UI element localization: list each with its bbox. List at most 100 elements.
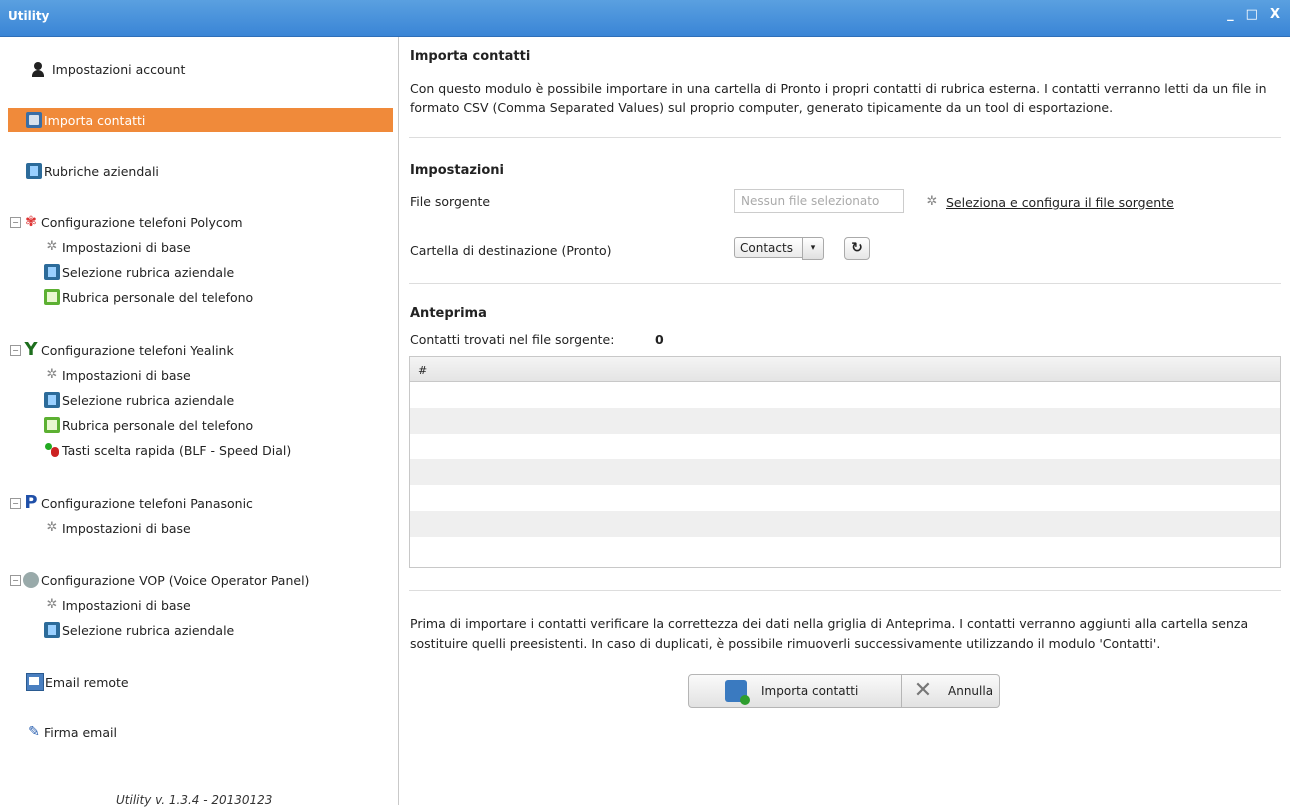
- phonebook-icon: [44, 289, 60, 305]
- sidebar-item-label: Tasti scelta rapida (BLF - Speed Dial): [62, 442, 292, 458]
- polycom-icon: ✾: [25, 214, 37, 230]
- cancel-button-label: Annulla: [948, 684, 994, 698]
- sidebar-item-label: Configurazione VOP (Voice Operator Panel…: [41, 572, 310, 588]
- cancel-button[interactable]: ✕ Annulla: [902, 674, 1000, 708]
- address-book-icon: [44, 622, 60, 638]
- yealink-icon: Y: [24, 339, 38, 360]
- table-row[interactable]: [410, 537, 1280, 563]
- sidebar-item-label: Email remote: [45, 674, 129, 690]
- collapse-icon[interactable]: −: [10, 344, 21, 356]
- minimize-button[interactable]: _: [1227, 8, 1234, 22]
- select-file-link[interactable]: ✲ Seleziona e configura il file sorgente: [924, 194, 1174, 210]
- sidebar-item-yealink-base[interactable]: ✲ Impostazioni di base: [44, 363, 437, 387]
- sidebar-group-panasonic[interactable]: − P Configurazione telefoni Panasonic: [0, 491, 393, 515]
- panasonic-icon: P: [24, 492, 38, 513]
- sidebar-item-email-remote[interactable]: Email remote: [26, 670, 419, 694]
- refresh-button[interactable]: ↻: [844, 237, 870, 260]
- sidebar-item-label: Importa contatti: [44, 112, 146, 128]
- sidebar-item-label: Impostazioni di base: [62, 597, 191, 613]
- close-button[interactable]: X: [1270, 8, 1280, 22]
- sidebar-item-polycom-rubrica[interactable]: Selezione rubrica aziendale: [44, 260, 437, 284]
- phonebook-icon: [44, 417, 60, 433]
- import-contacts-icon: [725, 680, 750, 705]
- vop-icon: [23, 572, 39, 588]
- sidebar-item-vop-base[interactable]: ✲ Impostazioni di base: [44, 593, 437, 617]
- import-button[interactable]: Importa contatti: [688, 674, 902, 708]
- sidebar-item-polycom-base[interactable]: ✲ Impostazioni di base: [44, 235, 437, 259]
- address-book-icon: [44, 264, 60, 280]
- sidebar-item-label: Selezione rubrica aziendale: [62, 392, 235, 408]
- preview-heading: Anteprima: [410, 306, 487, 321]
- maximize-button[interactable]: □: [1246, 8, 1258, 22]
- sidebar-group-polycom[interactable]: − ✾ Configurazione telefoni Polycom: [0, 210, 393, 234]
- destination-select[interactable]: Contacts ▾: [734, 237, 824, 260]
- sidebar-item-yealink-blf[interactable]: Tasti scelta rapida (BLF - Speed Dial): [44, 438, 437, 462]
- sidebar-item-label: Selezione rubrica aziendale: [62, 264, 235, 280]
- gear-icon: ✲: [926, 194, 938, 209]
- sidebar-item-rubriche[interactable]: Rubriche aziendali: [26, 159, 419, 183]
- page-description: Con questo modulo è possibile importare …: [410, 81, 1267, 115]
- sidebar: Impostazioni account Importa contatti Ru…: [0, 37, 399, 807]
- sidebar-item-label: Rubriche aziendali: [44, 163, 159, 179]
- table-row[interactable]: [410, 434, 1280, 460]
- address-book-icon: [44, 392, 60, 408]
- table-row[interactable]: [410, 459, 1280, 486]
- email-icon: [26, 673, 44, 691]
- address-book-icon: [26, 163, 42, 179]
- destination-label: Cartella di destinazione (Pronto): [410, 243, 612, 258]
- gear-icon: ✲: [46, 520, 58, 535]
- grid-header[interactable]: #: [410, 357, 1280, 382]
- user-icon: [30, 61, 46, 77]
- table-row[interactable]: [410, 407, 1280, 434]
- page-title: Importa contatti: [410, 49, 531, 64]
- sidebar-item-label: Firma email: [44, 724, 117, 740]
- sidebar-item-label: Configurazione telefoni Polycom: [41, 214, 243, 230]
- speed-dial-icon: [44, 442, 60, 458]
- sidebar-item-account[interactable]: Impostazioni account: [30, 57, 423, 81]
- window-controls: _ □ X: [1227, 8, 1280, 22]
- sidebar-item-label: Rubrica personale del telefono: [62, 289, 254, 305]
- sidebar-item-panasonic-base[interactable]: ✲ Impostazioni di base: [44, 516, 437, 540]
- collapse-icon[interactable]: −: [10, 216, 21, 228]
- sidebar-item-label: Rubrica personale del telefono: [62, 417, 254, 433]
- sidebar-item-vop-rubrica[interactable]: Selezione rubrica aziendale: [44, 618, 437, 642]
- window-titlebar: Utility _ □ X: [0, 0, 1290, 37]
- table-row[interactable]: [410, 485, 1280, 511]
- collapse-icon[interactable]: −: [10, 497, 21, 509]
- footer-note: Prima di importare i contatti verificare…: [410, 616, 1249, 651]
- divider: [409, 283, 1281, 284]
- close-icon: ✕: [913, 678, 933, 703]
- sidebar-item-yealink-rubrica[interactable]: Selezione rubrica aziendale: [44, 388, 437, 412]
- sidebar-group-vop[interactable]: − Configurazione VOP (Voice Operator Pan…: [0, 568, 393, 592]
- main-panel: Importa contatti Con questo modulo è pos…: [399, 37, 1290, 805]
- sidebar-item-label: Impostazioni di base: [62, 239, 191, 255]
- found-contacts-label: Contatti trovati nel file sorgente:: [410, 332, 615, 347]
- sidebar-item-label: Selezione rubrica aziendale: [62, 622, 235, 638]
- sidebar-item-import[interactable]: Importa contatti: [8, 108, 393, 132]
- gear-icon: ✲: [46, 239, 58, 254]
- table-row[interactable]: [410, 510, 1280, 537]
- chevron-down-icon[interactable]: ▾: [802, 237, 824, 260]
- sidebar-item-polycom-personale[interactable]: Rubrica personale del telefono: [44, 285, 437, 309]
- gear-icon: ✲: [46, 597, 58, 612]
- sidebar-item-label: Impostazioni di base: [62, 520, 191, 536]
- file-source-field[interactable]: Nessun file selezionato: [734, 189, 904, 213]
- sidebar-item-label: Configurazione telefoni Panasonic: [41, 495, 253, 511]
- refresh-icon: ↻: [851, 240, 863, 256]
- divider: [409, 590, 1281, 591]
- divider: [409, 137, 1281, 138]
- destination-value[interactable]: Contacts: [734, 237, 802, 258]
- sidebar-group-yealink[interactable]: − Y Configurazione telefoni Yealink: [0, 338, 393, 362]
- sidebar-item-firma[interactable]: ✎ Firma email: [26, 720, 419, 744]
- contacts-import-icon: [26, 112, 42, 128]
- collapse-icon[interactable]: −: [10, 574, 21, 586]
- sidebar-item-label: Impostazioni di base: [62, 367, 191, 383]
- select-file-link-text[interactable]: Seleziona e configura il file sorgente: [946, 195, 1174, 210]
- import-button-label: Importa contatti: [761, 684, 859, 698]
- table-row[interactable]: [410, 382, 1280, 408]
- preview-grid[interactable]: #: [409, 356, 1281, 568]
- found-contacts-count: 0: [655, 332, 664, 347]
- sidebar-item-yealink-personale[interactable]: Rubrica personale del telefono: [44, 413, 437, 437]
- action-buttons: Importa contatti ✕ Annulla: [688, 674, 1000, 708]
- window-title: Utility: [8, 9, 50, 23]
